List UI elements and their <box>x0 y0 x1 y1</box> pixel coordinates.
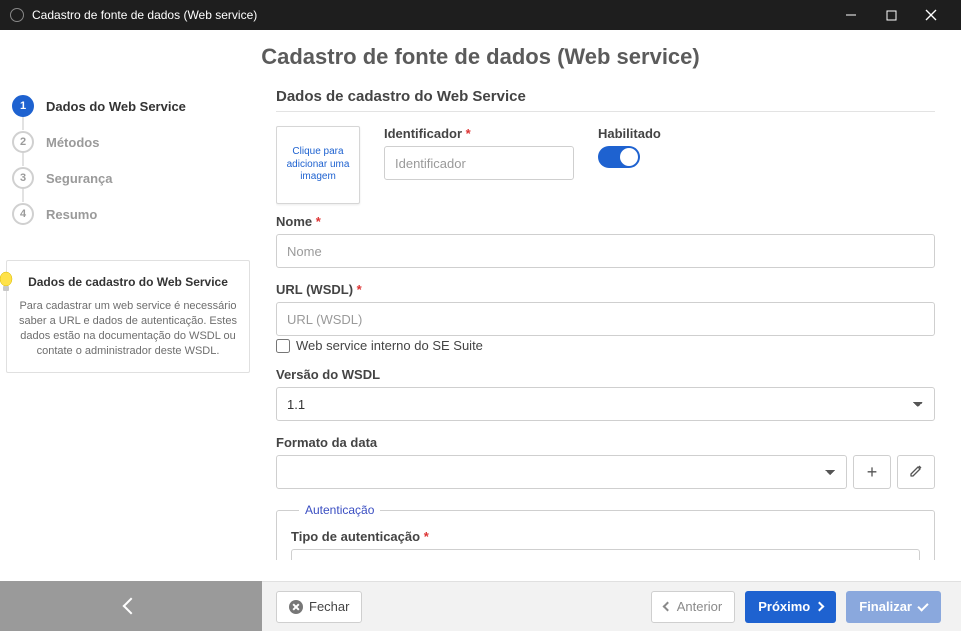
step-label: Métodos <box>46 135 99 150</box>
url-label: URL (WSDL) * <box>276 282 935 297</box>
wizard-sidebar: 1 Dados do Web Service 2 Métodos 3 Segur… <box>0 80 262 631</box>
pencil-icon <box>909 462 923 483</box>
back-strip-button[interactable] <box>0 581 262 631</box>
lightbulb-icon <box>0 271 15 293</box>
url-input[interactable] <box>276 302 935 336</box>
finish-button[interactable]: Finalizar <box>846 591 941 623</box>
tip-box: Dados de cadastro do Web Service Para ca… <box>6 260 250 373</box>
internal-ws-checkbox[interactable] <box>276 339 290 353</box>
chevron-left-icon <box>662 602 672 612</box>
next-button-label: Próximo <box>758 599 810 614</box>
step-number: 3 <box>12 167 34 189</box>
step-label: Dados do Web Service <box>46 99 186 114</box>
wizard-step-2[interactable]: 2 Métodos <box>6 124 250 160</box>
section-title: Dados de cadastro do Web Service <box>276 88 935 105</box>
step-number: 2 <box>12 131 34 153</box>
auth-legend: Autenticação <box>299 503 380 517</box>
date-format-select[interactable] <box>276 455 847 489</box>
tip-title: Dados de cadastro do Web Service <box>19 275 237 289</box>
wizard-step-4[interactable]: 4 Resumo <box>6 196 250 232</box>
auth-type-label: Tipo de autenticação * <box>291 529 920 544</box>
previous-button[interactable]: Anterior <box>651 591 736 623</box>
internal-ws-label: Web service interno do SE Suite <box>296 338 483 353</box>
image-upload-box[interactable]: Clique para adicionar uma imagem <box>276 126 360 204</box>
wsdl-version-label: Versão do WSDL <box>276 367 935 382</box>
window-maximize-button[interactable] <box>871 0 911 30</box>
step-number: 1 <box>12 95 34 117</box>
edit-format-button[interactable] <box>897 455 935 489</box>
footer-actions: Fechar Anterior Próximo Finalizar <box>262 581 961 631</box>
identificador-label: Identificador * <box>384 126 574 141</box>
window-title: Cadastro de fonte de dados (Web service) <box>32 8 257 22</box>
chevron-right-icon <box>815 602 825 612</box>
date-format-label: Formato da data <box>276 435 935 450</box>
page-title: Cadastro de fonte de dados (Web service) <box>0 30 961 80</box>
form-panel: Dados de cadastro do Web Service Clique … <box>262 80 961 631</box>
window-titlebar: Cadastro de fonte de dados (Web service) <box>0 0 961 30</box>
next-button[interactable]: Próximo <box>745 591 836 623</box>
chevron-left-icon <box>123 598 140 615</box>
app-icon <box>10 8 24 22</box>
window-minimize-button[interactable] <box>831 0 871 30</box>
habilitado-toggle[interactable] <box>598 146 640 168</box>
wizard-step-1[interactable]: 1 Dados do Web Service <box>6 88 250 124</box>
nome-input[interactable] <box>276 234 935 268</box>
identificador-input[interactable] <box>384 146 574 180</box>
finish-button-label: Finalizar <box>859 599 912 614</box>
nome-label: Nome * <box>276 214 935 229</box>
step-label: Segurança <box>46 171 112 186</box>
tip-description: Para cadastrar um web service é necessár… <box>19 299 237 358</box>
close-button[interactable]: Fechar <box>276 591 362 623</box>
previous-button-label: Anterior <box>677 599 723 614</box>
wizard-step-3[interactable]: 3 Segurança <box>6 160 250 196</box>
step-number: 4 <box>12 203 34 225</box>
wsdl-version-select[interactable]: 1.1 <box>276 387 935 421</box>
close-button-label: Fechar <box>309 599 349 614</box>
add-format-button[interactable]: + <box>853 455 891 489</box>
habilitado-label: Habilitado <box>598 126 661 141</box>
step-label: Resumo <box>46 207 97 222</box>
plus-icon: + <box>867 462 878 483</box>
check-icon <box>917 600 928 611</box>
auth-type-select[interactable]: Anônimo <box>291 549 920 560</box>
auth-fieldset: Autenticação Tipo de autenticação * Anôn… <box>276 503 935 560</box>
window-close-button[interactable] <box>911 0 951 30</box>
close-icon <box>289 600 303 614</box>
